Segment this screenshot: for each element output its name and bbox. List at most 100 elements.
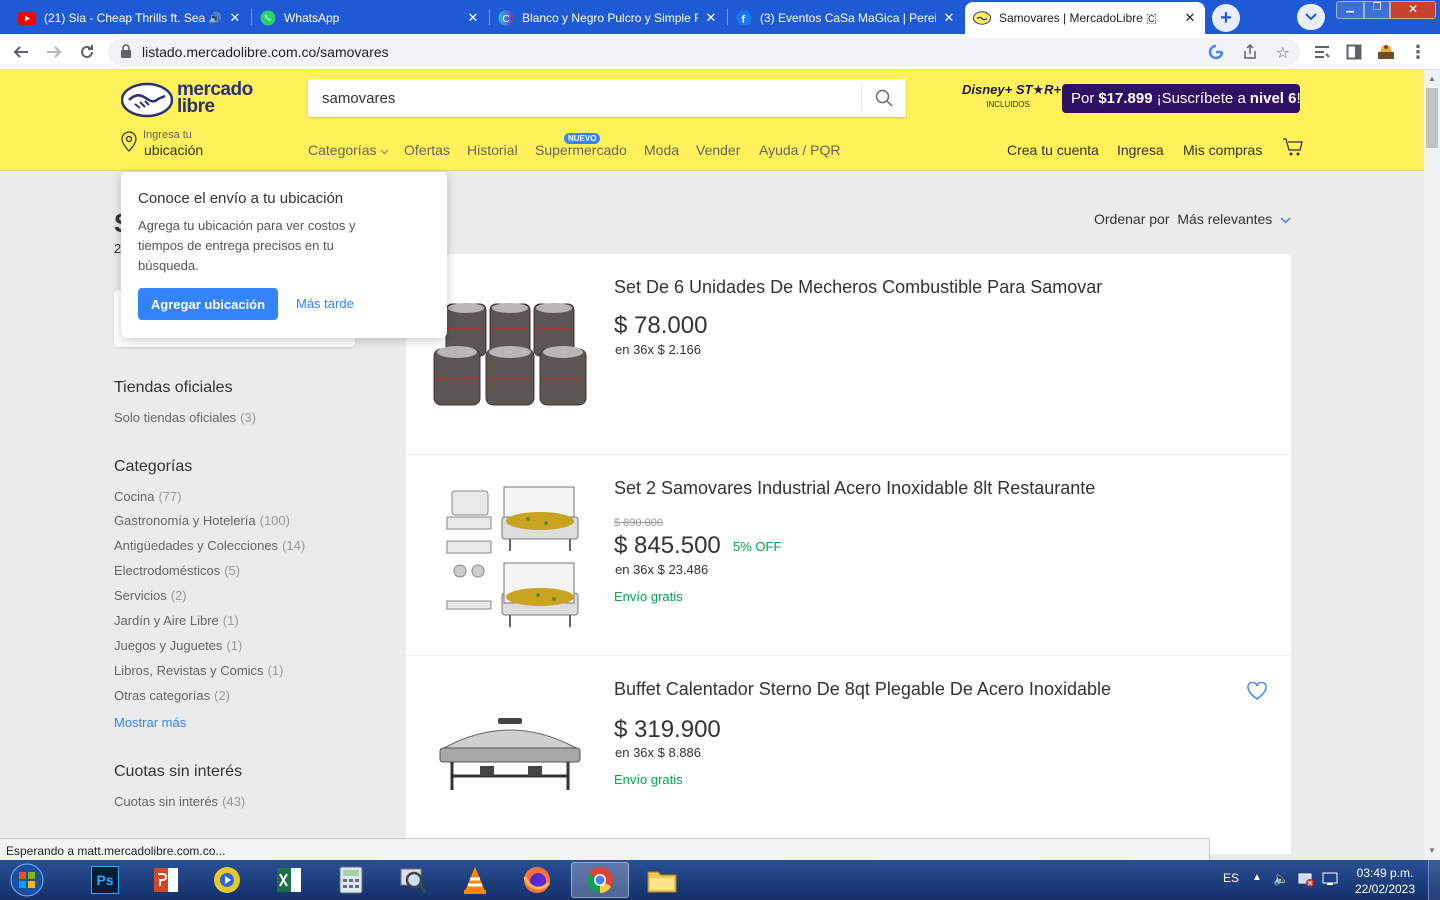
location-selector[interactable]: Ingresa tu ubicación [120, 128, 230, 162]
nav-vender[interactable]: Vender [696, 142, 740, 158]
bookmark-star-icon[interactable]: ☆ [1276, 43, 1290, 63]
create-account-link[interactable]: Crea tu cuenta [1007, 142, 1099, 158]
nav-ayuda[interactable]: Ayuda / PQR [759, 142, 840, 158]
clock-date: 22/02/2023 [1354, 882, 1416, 896]
tab-facebook[interactable]: f (3) Eventos CaSa MaGica | Pereira ✕ [728, 2, 964, 34]
network-icon[interactable] [1298, 871, 1314, 892]
reading-list-button[interactable] [1310, 40, 1334, 64]
photoshop-icon[interactable]: Ps [76, 862, 134, 898]
new-tab-button[interactable]: + [1212, 4, 1240, 32]
excel-icon[interactable] [260, 862, 318, 898]
search-input[interactable] [308, 79, 861, 117]
filter-category-item[interactable]: Cocina (77) [114, 489, 182, 504]
product-title[interactable]: Buffet Calentador Sterno De 8qt Plegable… [614, 679, 1111, 700]
minimize-button[interactable]: ▁ [1336, 1, 1364, 19]
heart-icon[interactable] [1247, 681, 1267, 705]
tab-youtube[interactable]: (21) Sia - Cheap Thrills ft. Sea 🔊 ✕ [10, 2, 250, 34]
close-window-button[interactable]: ✕ [1390, 1, 1436, 19]
lock-icon[interactable] [120, 43, 132, 61]
search-button[interactable] [862, 79, 906, 117]
google-icon[interactable] [1208, 44, 1224, 63]
volume-icon[interactable]: 🔈 [1273, 871, 1289, 887]
calculator-icon[interactable] [322, 862, 380, 898]
add-location-button[interactable]: Agregar ubicación [138, 288, 278, 320]
product-title[interactable]: Set 2 Samovares Industrial Acero Inoxida… [614, 478, 1095, 499]
reload-button[interactable] [75, 40, 99, 64]
side-panel-button[interactable] [1342, 40, 1366, 64]
filter-installments-item[interactable]: Cuotas sin interés (43) [114, 794, 245, 809]
forward-button[interactable] [42, 40, 66, 64]
nav-historial[interactable]: Historial [467, 142, 518, 158]
sort-control[interactable]: Ordenar por Más relevantes [1094, 211, 1291, 227]
filter-category-item[interactable]: Libros, Revistas y Comics (1) [114, 663, 283, 678]
product-title[interactable]: Set De 6 Unidades De Mecheros Combustibl… [614, 277, 1102, 298]
tab-title: (21) Sia - Cheap Thrills ft. Sea [44, 11, 206, 25]
filter-category-item[interactable]: Juegos y Juguetes (1) [114, 638, 242, 653]
side-panel-icon [1346, 44, 1362, 60]
filter-official-stores[interactable]: Solo tiendas oficiales (3) [114, 410, 256, 425]
vlc-icon[interactable] [446, 862, 504, 898]
show-desktop-button[interactable] [1428, 860, 1440, 900]
tab-mercadolibre[interactable]: Samovares | MercadoLibre 🇨 ✕ [965, 2, 1205, 34]
close-tab-icon[interactable]: ✕ [1183, 10, 1197, 26]
filter-category-item[interactable]: Gastronomía y Hotelería (100) [114, 513, 290, 528]
chrome-icon[interactable] [571, 862, 629, 898]
powerpoint-icon[interactable] [137, 862, 195, 898]
disney-label: Disney+ ST★R+ [962, 82, 1062, 97]
chrome-menu-icon[interactable]: ⋮ [1406, 40, 1430, 64]
later-button[interactable]: Más tarde [296, 296, 354, 311]
tab-title: Samovares | MercadoLibre 🇨 [999, 10, 1157, 25]
nav-supermercado[interactable]: Supermercado [535, 142, 627, 158]
close-tab-icon[interactable]: ✕ [704, 10, 718, 26]
system-clock[interactable]: 03:49 p.m. 22/02/2023 [1350, 865, 1420, 897]
address-bar[interactable]: listado.mercadolibre.com.co/samovares ☆ [108, 38, 1300, 66]
tray-expand-icon[interactable]: ▲ [1252, 872, 1262, 883]
tab-search-button[interactable] [1297, 4, 1325, 30]
maximize-button[interactable]: ❐ [1364, 1, 1390, 19]
result-card[interactable]: Set De 6 Unidades De Mecheros Combustibl… [406, 254, 1291, 455]
speaker-icon[interactable]: 🔊 [208, 12, 222, 25]
firefox-icon[interactable] [508, 862, 566, 898]
media-player-icon[interactable] [198, 862, 256, 898]
page-scrollbar[interactable]: ▲ ▼ [1424, 70, 1440, 860]
profile-avatar[interactable] [1374, 40, 1398, 64]
scroll-up-icon[interactable]: ▲ [1428, 74, 1436, 83]
start-icon[interactable] [0, 862, 54, 898]
filter-category-item[interactable]: Antigüedades y Colecciones (14) [114, 538, 305, 553]
product-image[interactable] [428, 294, 593, 409]
nav-ofertas[interactable]: Ofertas [404, 142, 450, 158]
show-more-link[interactable]: Mostrar más [114, 715, 186, 730]
filter-category-item[interactable]: Otras categorías (2) [114, 688, 230, 703]
result-card[interactable]: Set 2 Samovares Industrial Acero Inoxida… [406, 455, 1291, 656]
filter-category-item[interactable]: Jardín y Aire Libre (1) [114, 613, 239, 628]
close-tab-icon[interactable]: ✕ [942, 10, 956, 26]
my-purchases-link[interactable]: Mis compras [1183, 142, 1262, 158]
result-card[interactable]: Buffet Calentador Sterno De 8qt Plegable… [406, 656, 1291, 857]
nav-categorias[interactable]: Categorías [308, 142, 389, 158]
product-image[interactable] [436, 714, 584, 794]
login-link[interactable]: Ingresa [1117, 142, 1164, 158]
back-button[interactable] [9, 40, 33, 64]
disney-star-banner[interactable]: Disney+ ST★R+ INCLUIDOS [962, 82, 1062, 118]
sort-value[interactable]: Más relevantes [1177, 211, 1272, 227]
language-indicator[interactable]: ES [1223, 871, 1239, 885]
filter-category-item[interactable]: Servicios (2) [114, 588, 187, 603]
subscription-promo[interactable]: Por $17.899 ¡Suscríbete a nivel 6! [1062, 84, 1301, 113]
scrollbar-thumb[interactable] [1426, 88, 1438, 148]
close-tab-icon[interactable]: ✕ [228, 10, 242, 26]
product-image[interactable] [442, 481, 582, 631]
url-text[interactable]: listado.mercadolibre.com.co/samovares [142, 44, 389, 60]
nav-moda[interactable]: Moda [644, 142, 679, 158]
tab-whatsapp[interactable]: WhatsApp ✕ [252, 2, 488, 34]
close-tab-icon[interactable]: ✕ [466, 10, 480, 26]
search-bar [308, 79, 906, 117]
cart-icon[interactable] [1282, 137, 1304, 162]
filter-category-item[interactable]: Electrodomésticos (5) [114, 563, 240, 578]
file-explorer-icon[interactable] [633, 862, 691, 898]
scroll-down-icon[interactable]: ▼ [1428, 846, 1436, 855]
mercadolibre-logo[interactable]: mercado libre [121, 80, 261, 120]
action-center-icon[interactable] [1322, 872, 1338, 891]
tab-canva[interactable]: C Blanco y Negro Pulcro y Simple F ✕ [490, 2, 726, 34]
share-icon[interactable] [1242, 43, 1258, 63]
search-magnifier-icon[interactable] [384, 862, 442, 898]
